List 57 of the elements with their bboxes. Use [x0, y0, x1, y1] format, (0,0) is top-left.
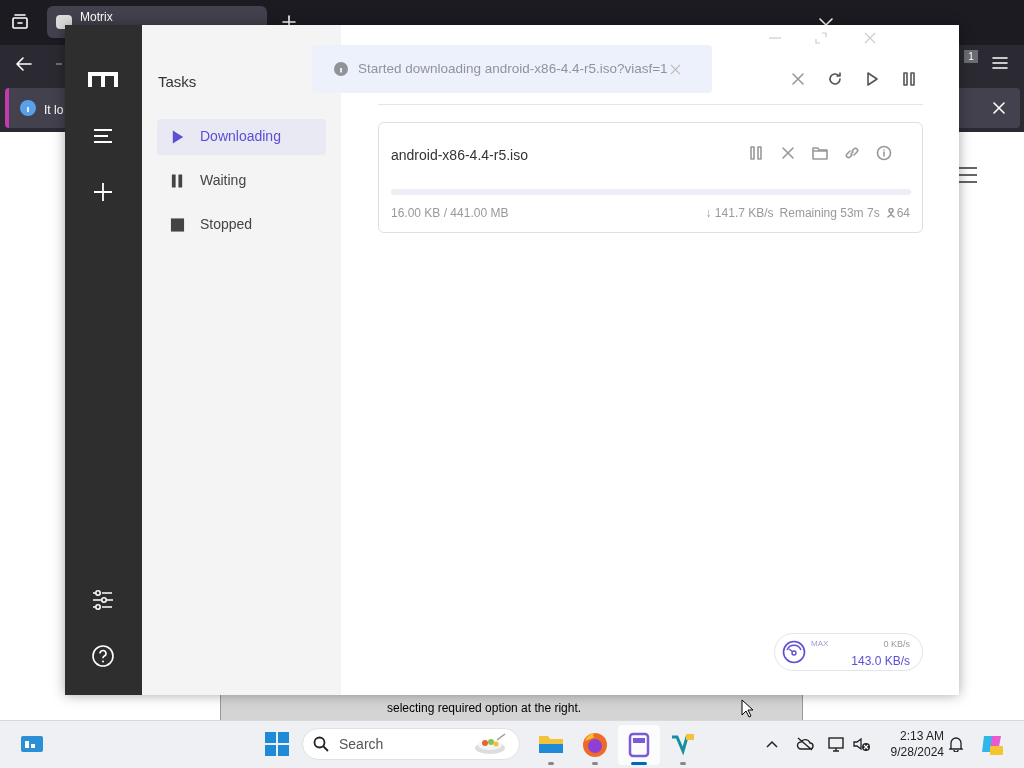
speaker-muted-icon[interactable]	[853, 736, 871, 752]
category-item[interactable]: Downloading	[157, 118, 326, 155]
tab-list-icon[interactable]	[11, 14, 29, 30]
link-icon[interactable]	[844, 145, 860, 161]
start-icon[interactable]	[265, 732, 289, 756]
play-icon[interactable]	[864, 71, 880, 87]
download-speed: ↓ 141.7 KB/s	[705, 205, 774, 222]
add-icon[interactable]	[93, 182, 113, 202]
menu-icon[interactable]	[958, 166, 978, 184]
remaining-time: Remaining 53m 7s	[779, 205, 880, 222]
download-speed: 143.0 KB/s	[851, 653, 910, 670]
info-icon	[334, 62, 348, 76]
task-name: android-x86-4.4-r5.iso	[391, 146, 528, 165]
cloud-off-icon[interactable]	[796, 737, 814, 751]
upload-speed: 0 KB/s	[883, 638, 910, 651]
panel-title: Tasks	[157, 72, 198, 92]
widgets-icon[interactable]	[20, 735, 44, 753]
speed-limit-label: MAX	[811, 638, 829, 650]
app-logo-icon[interactable]	[88, 72, 118, 88]
pause-icon[interactable]	[748, 145, 764, 161]
stop-icon	[170, 216, 185, 233]
task-size: 16.00 KB / 441.00 MB	[391, 205, 509, 222]
help-icon[interactable]	[92, 645, 114, 667]
folder-icon[interactable]	[812, 145, 828, 161]
extension-badge[interactable]: 1	[964, 50, 978, 63]
clock-date[interactable]: 9/28/2024	[890, 744, 944, 760]
dialog-text: selecting required option at the right.	[387, 700, 582, 717]
info-bar-text: It lo	[44, 102, 64, 119]
connection-count: 64	[896, 205, 910, 222]
info-icon	[20, 100, 36, 116]
search-field[interactable]: Search	[302, 728, 520, 760]
delete-icon[interactable]	[790, 71, 806, 87]
refresh-icon[interactable]	[827, 71, 843, 87]
pause-icon[interactable]	[901, 71, 917, 87]
info-icon[interactable]	[876, 145, 892, 161]
settings-icon[interactable]	[92, 589, 114, 611]
taskbar-app[interactable]	[618, 725, 660, 765]
pause-icon	[170, 172, 185, 189]
task-card[interactable]: android-x86-4.4-r5.iso 16.00 KB / 441.00 MB ↓ 141.7 KB/s Remaining 53m 7s 64	[378, 122, 923, 233]
tab-dropdown-icon[interactable]	[819, 17, 833, 27]
delete-icon[interactable]	[780, 145, 796, 161]
back-icon[interactable]	[15, 56, 33, 72]
search-icon	[313, 736, 329, 752]
play-icon	[170, 128, 185, 145]
tab-title: Motrix	[80, 11, 113, 23]
cursor-icon	[741, 699, 754, 718]
category-item[interactable]: Waiting	[157, 162, 326, 199]
clock-time[interactable]: 2:13 AM	[899, 728, 944, 744]
browser-icon	[581, 731, 609, 759]
speedometer-icon	[782, 640, 806, 664]
toast-message: Started downloading android-x86-4.4-r5.iso?viasf=1	[358, 59, 668, 78]
category-item[interactable]: Stopped	[157, 206, 326, 243]
monitor-icon[interactable]	[828, 736, 846, 752]
bell-icon[interactable]	[949, 736, 963, 752]
connections-icon	[885, 207, 896, 219]
chevron-up-icon[interactable]	[766, 740, 778, 748]
speedometer[interactable]: MAX 0 KB/s 143.0 KB/s	[774, 633, 923, 671]
